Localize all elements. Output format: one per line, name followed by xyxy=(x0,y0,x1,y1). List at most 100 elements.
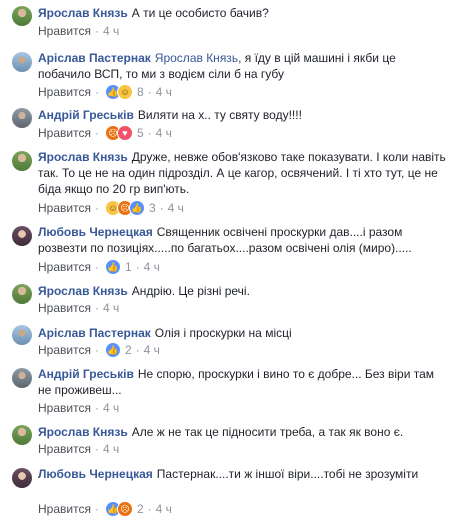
author-link[interactable]: Аріслав Пастернак xyxy=(38,326,151,340)
like-icon: 👍 xyxy=(128,200,145,216)
comment-actions: Нравится · 4 ч xyxy=(38,24,119,38)
author-link[interactable]: Ярослав Князь xyxy=(38,6,128,20)
comment-text: Виляти на х.. ту святу воду!!!! xyxy=(137,108,302,122)
timestamp[interactable]: 4 ч xyxy=(156,502,172,516)
comment-actions: Нравится · ☹ ♥ 5 · 4 ч xyxy=(38,125,172,141)
avatar[interactable] xyxy=(12,425,32,445)
like-link[interactable]: Нравится xyxy=(38,85,91,99)
mention-link[interactable]: Ярослав Князь xyxy=(155,51,238,65)
reaction-count: 3 xyxy=(148,201,156,215)
avatar[interactable] xyxy=(12,325,32,345)
timestamp[interactable]: 4 ч xyxy=(103,24,119,38)
timestamp[interactable]: 4 ч xyxy=(103,401,119,415)
comment-text: Але ж не так це підносити треба, а так я… xyxy=(131,425,404,439)
avatar[interactable] xyxy=(12,226,32,246)
comment-body: Любовь Чернецкая Священник освічені проск… xyxy=(38,224,448,256)
author-link[interactable]: Андрій Греськів xyxy=(38,108,134,122)
separator-dot: · xyxy=(94,442,99,456)
separator-dot: · xyxy=(94,126,99,140)
separator-dot: · xyxy=(147,126,152,140)
like-link[interactable]: Нравится xyxy=(38,401,91,415)
comment-body: Аріслав Пастернак Ярослав Князь, я їду в … xyxy=(38,50,448,82)
comment-body: Любовь Чернецкая Пастернак....ти ж іншої … xyxy=(38,466,448,482)
separator-dot: · xyxy=(94,502,99,516)
timestamp[interactable]: 4 ч xyxy=(103,301,119,315)
separator-dot: · xyxy=(147,502,152,516)
comment-actions: Нравится · 4 ч xyxy=(38,301,119,315)
avatar[interactable] xyxy=(12,468,32,488)
comment-body: Аріслав Пастернак Олія і проскурки на міс… xyxy=(38,325,448,341)
like-link[interactable]: Нравится xyxy=(38,24,91,38)
comment-body: Андрій Греськів Виляти на х.. ту святу во… xyxy=(38,107,448,123)
avatar[interactable] xyxy=(12,108,32,128)
like-link[interactable]: Нравится xyxy=(38,201,91,215)
like-link[interactable]: Нравится xyxy=(38,343,91,357)
author-link[interactable]: Ярослав Князь xyxy=(38,150,128,164)
like-link[interactable]: Нравится xyxy=(38,126,91,140)
timestamp[interactable]: 4 ч xyxy=(144,343,160,357)
separator-dot: · xyxy=(94,201,99,215)
haha-icon: ☺ xyxy=(116,84,133,100)
angry-icon: ☹ xyxy=(116,501,133,517)
separator-dot: · xyxy=(94,260,99,274)
avatar[interactable] xyxy=(12,151,32,171)
comment-text: Пастернак....ти ж іншої віри....тобі не … xyxy=(156,467,419,481)
comment-actions: Нравится · 👍 1 · 4 ч xyxy=(38,259,160,275)
author-link[interactable]: Любовь Чернецкая xyxy=(38,467,153,481)
comment-body: Ярослав Князь Але ж не так це підносити т… xyxy=(38,424,448,440)
timestamp[interactable]: 4 ч xyxy=(156,126,172,140)
reaction-count: 8 xyxy=(136,85,144,99)
reactions-summary[interactable]: 👍 ☹ xyxy=(104,501,133,517)
author-link[interactable]: Андрій Греськів xyxy=(38,367,134,381)
separator-dot: · xyxy=(94,343,99,357)
reactions-summary[interactable]: 👍 xyxy=(104,259,121,275)
author-link[interactable]: Любовь Чернецкая xyxy=(38,225,153,239)
timestamp[interactable]: 4 ч xyxy=(168,201,184,215)
comment-body: Ярослав Князь Друже, невже обов'язково та… xyxy=(38,149,448,197)
comment-actions: Нравится · 4 ч xyxy=(38,401,119,415)
reactions-summary[interactable]: 👍 ☺ xyxy=(104,84,133,100)
like-link[interactable]: Нравится xyxy=(38,301,91,315)
separator-dot: · xyxy=(94,301,99,315)
avatar[interactable] xyxy=(12,52,32,72)
separator-dot: · xyxy=(135,343,140,357)
like-icon: 👍 xyxy=(104,259,121,275)
reaction-count: 2 xyxy=(124,343,132,357)
reaction-count: 2 xyxy=(136,502,144,516)
separator-dot: · xyxy=(94,24,99,38)
separator-dot: · xyxy=(94,85,99,99)
timestamp[interactable]: 4 ч xyxy=(144,260,160,274)
like-link[interactable]: Нравится xyxy=(38,442,91,456)
like-link[interactable]: Нравится xyxy=(38,502,91,516)
author-link[interactable]: Аріслав Пастернак xyxy=(38,51,151,65)
separator-dot: · xyxy=(159,201,164,215)
timestamp[interactable]: 4 ч xyxy=(103,442,119,456)
love-icon: ♥ xyxy=(116,125,133,141)
comment-actions: Нравится · 4 ч xyxy=(38,442,119,456)
like-icon: 👍 xyxy=(104,342,121,358)
like-link[interactable]: Нравится xyxy=(38,260,91,274)
separator-dot: · xyxy=(135,260,140,274)
reactions-summary[interactable]: 👍 xyxy=(104,342,121,358)
comment-actions: Нравится · 👍 ☺ 8 · 4 ч xyxy=(38,84,172,100)
avatar[interactable] xyxy=(12,6,32,26)
comment-text: А ти це особисто бачив? xyxy=(131,6,269,20)
timestamp[interactable]: 4 ч xyxy=(156,85,172,99)
author-link[interactable]: Ярослав Князь xyxy=(38,284,128,298)
comment-text: Андрію. Це різні речі. xyxy=(131,284,250,298)
comment-body: Ярослав Князь А ти це особисто бачив? xyxy=(38,5,448,21)
comment-text: Олія і проскурки на місці xyxy=(154,326,292,340)
avatar[interactable] xyxy=(12,284,32,304)
reaction-count: 1 xyxy=(124,260,132,274)
avatar[interactable] xyxy=(12,368,32,388)
comment-actions: Нравится · 👍 ☹ 2 · 4 ч xyxy=(38,501,172,517)
comment-body: Ярослав Князь Андрію. Це різні речі. xyxy=(38,283,448,299)
reactions-summary[interactable]: ☺ ☹ 👍 xyxy=(104,200,145,216)
reaction-count: 5 xyxy=(136,126,144,140)
reactions-summary[interactable]: ☹ ♥ xyxy=(104,125,133,141)
author-link[interactable]: Ярослав Князь xyxy=(38,425,128,439)
comment-actions: Нравится · 👍 2 · 4 ч xyxy=(38,342,160,358)
separator-dot: · xyxy=(94,401,99,415)
comment-body: Андрій Греськів Не спорю, проскурки і вин… xyxy=(38,366,448,398)
comment-actions: Нравится · ☺ ☹ 👍 3 · 4 ч xyxy=(38,200,184,216)
